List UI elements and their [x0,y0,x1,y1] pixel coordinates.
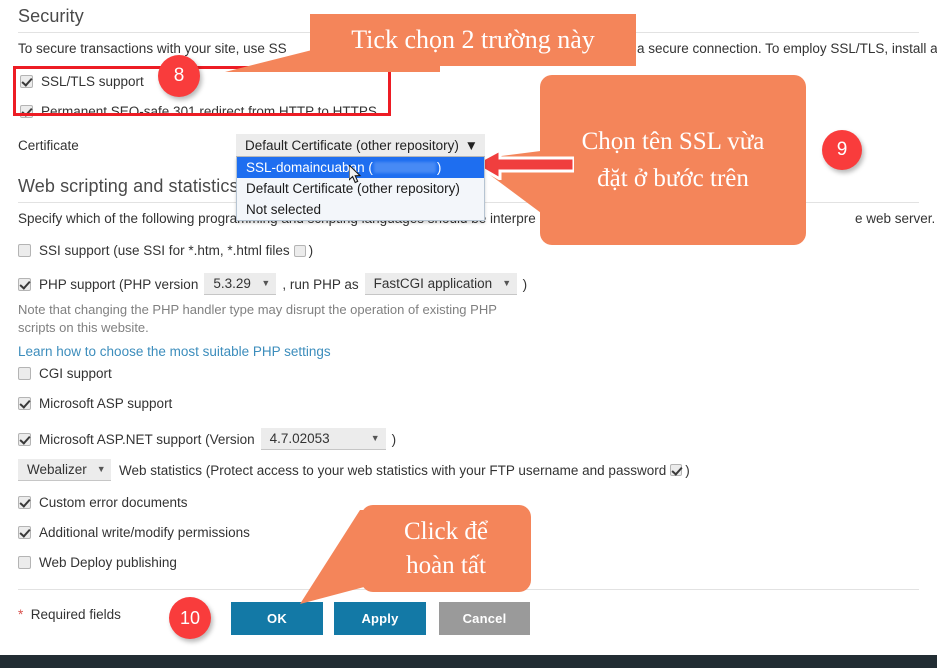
step-badge-9: 9 [822,130,862,170]
checkbox-row-cgi-support[interactable]: CGI support [18,366,112,381]
step-badge-8: 8 [158,55,200,97]
step-badge-10: 10 [169,597,211,639]
label-write-permissions: Additional write/modify permissions [39,525,250,540]
checkbox-protect-web-statistics[interactable] [670,464,683,476]
callout-tick-two-fields: Tick chọn 2 trường này [310,14,636,66]
checkbox-row-php-support[interactable]: PHP support (PHP version 5.3.29 ▼ , run … [18,273,527,295]
label-custom-error-documents: Custom error documents [39,495,188,510]
certificate-dropdown-trigger[interactable]: Default Certificate (other repository) ▼ [236,134,485,157]
label-ssi-close-paren: ) [308,243,314,258]
checkbox-write-permissions[interactable] [18,526,31,539]
label-run-php-as: , run PHP as [282,276,359,292]
label-asp-support: Microsoft ASP support [39,396,173,411]
security-section-heading: Security [18,6,84,26]
checkbox-custom-error-documents[interactable] [18,496,31,509]
checkbox-row-ssi-support[interactable]: SSI support (use SSI for *.htm, *.html f… [18,243,313,258]
web-statistics-engine-select[interactable]: Webalizer ▼ [18,459,111,481]
mouse-cursor-icon [349,165,362,184]
label-ssi-support: SSI support (use SSI for *.htm, *.html f… [39,243,290,258]
checkbox-aspnet-support[interactable] [18,432,31,446]
checkbox-row-aspnet-support[interactable]: Microsoft ASP.NET support (Version 4.7.0… [18,428,396,450]
certificate-option-label-2: Not selected [246,202,322,217]
checkbox-ssi-support[interactable] [18,244,31,257]
required-fields-note: ** Required fields Required fields [18,607,121,622]
label-web-statistics-close-paren: ) [685,462,690,478]
checkbox-cgi-support[interactable] [18,367,31,380]
chevron-down-icon: ▼ [464,137,478,153]
label-php-close-paren: ) [522,276,528,292]
checkbox-php-support[interactable] [18,277,31,291]
label-aspnet-support: Microsoft ASP.NET support (Version [39,431,255,447]
callout-2-line-1: Chọn tên SSL vừa [581,127,765,155]
plesk-hosting-settings-page: Security To secure transactions with you… [0,0,937,668]
redacted-domain-text [373,162,436,173]
aspnet-version-value: 4.7.02053 [269,431,330,446]
certificate-selected-value: Default Certificate (other repository) [245,137,459,153]
checkbox-asp-support[interactable] [18,397,31,410]
php-settings-help-link[interactable]: Learn how to choose the most suitable PH… [18,344,331,359]
checkbox-row-web-deploy[interactable]: Web Deploy publishing [18,555,177,570]
webscripting-section-heading: Web scripting and statistics [18,176,239,196]
label-certificate: Certificate [18,138,79,153]
label-web-statistics: Web statistics (Protect access to your w… [119,462,667,478]
label-web-deploy: Web Deploy publishing [39,555,177,570]
chevron-down-icon: ▼ [261,278,271,288]
callout-3-line-1: Click để [403,518,488,545]
callout-choose-ssl-name: Chọn tên SSL vừa đặt ở bước trên [540,75,806,245]
php-handler-note: Note that changing the PHP handler type … [18,302,497,335]
web-statistics-engine-value: Webalizer [27,462,87,477]
page-footer-bar [0,655,937,668]
checkbox-row-write-permissions[interactable]: Additional write/modify permissions [18,525,250,540]
security-intro-text-right: a secure connection. To employ SSL/TLS, … [637,41,937,56]
label-cgi-support: CGI support [39,366,112,381]
php-handler-value: FastCGI application [373,276,493,291]
php-version-select[interactable]: 5.3.29 ▼ [204,273,277,295]
required-asterisk: * [18,607,24,622]
label-aspnet-close-paren: ) [391,431,397,447]
checkbox-ssi-htm-files[interactable] [293,244,306,257]
web-statistics-row[interactable]: Webalizer ▼ Web statistics (Protect acce… [18,459,690,481]
php-handler-select[interactable]: FastCGI application ▼ [364,273,517,295]
cancel-button[interactable]: Cancel [439,602,530,635]
certificate-option-suffix: ) [436,160,442,175]
aspnet-version-select[interactable]: 4.7.02053 ▼ [260,428,386,450]
checkbox-row-custom-error-documents[interactable]: Custom error documents [18,495,188,510]
chevron-down-icon: ▼ [96,464,106,474]
chevron-down-icon: ▼ [502,278,512,288]
webscripting-intro-right: e web server. [855,211,936,226]
label-php-support: PHP support (PHP version [39,276,199,292]
checkbox-row-asp-support[interactable]: Microsoft ASP support [18,396,172,411]
php-version-value: 5.3.29 [213,276,251,291]
red-arrow-to-selected-option [474,148,574,180]
callout-2-line-2: đặt ở bước trên [597,165,749,192]
callout-3-line-2: hoàn tất [406,551,486,579]
checkbox-web-deploy[interactable] [18,556,31,569]
required-fields-label: Required fields [27,607,121,622]
certificate-option-not-selected[interactable]: Not selected [237,199,484,220]
chevron-down-icon: ▼ [370,433,380,443]
callout-click-to-finish: Click để hoàn tất [361,505,531,592]
